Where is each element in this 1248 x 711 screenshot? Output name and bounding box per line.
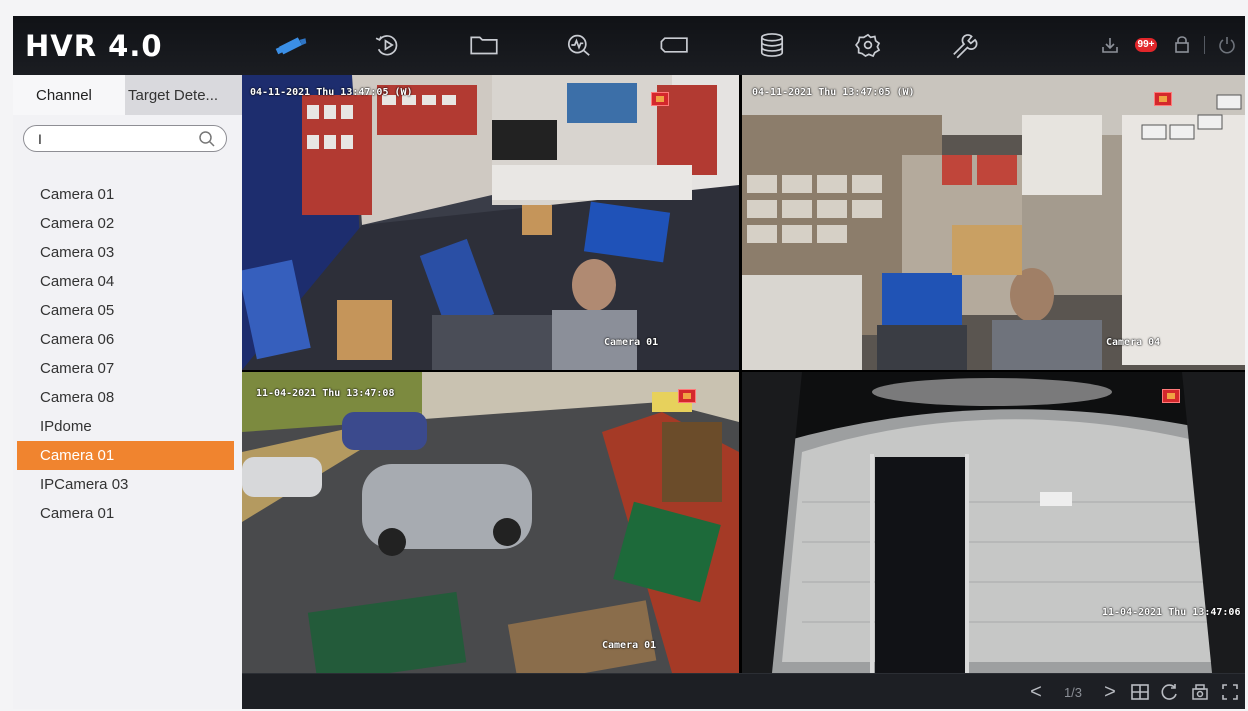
camera-list-item[interactable]: IPCamera 03 (17, 470, 234, 499)
brand-logo: HVR 4.0 (25, 29, 163, 63)
smart-analysis-icon[interactable] (557, 25, 601, 65)
fullscreen-icon[interactable] (1215, 674, 1245, 709)
alarm-notification[interactable]: 99+ (1128, 30, 1164, 60)
camera-list-item[interactable]: Camera 04 (17, 267, 234, 296)
recording-icon (1162, 389, 1180, 403)
page-controls: < 1/3 > (1021, 674, 1245, 709)
next-page-button[interactable]: > (1095, 674, 1125, 709)
storage-icon[interactable] (750, 25, 794, 65)
camera-list-item[interactable]: Camera 07 (17, 354, 234, 383)
camera-feed-image (742, 75, 1245, 370)
dvr-application: HVR 4.0 99+ Channel Target Dete... I Cam… (13, 16, 1245, 709)
playback-icon[interactable] (366, 25, 410, 65)
lock-icon[interactable] (1164, 30, 1200, 60)
settings-icon[interactable] (846, 25, 890, 65)
video-tile-2[interactable]: 04-11-2021 Thu 13:47:05 (W) Camera 04 (742, 75, 1245, 370)
top-toolbar: HVR 4.0 99+ (13, 16, 1245, 76)
recording-icon (678, 389, 696, 403)
search-icon[interactable] (198, 130, 216, 148)
bottom-toolbar: < 1/3 > (242, 673, 1245, 709)
channel-search (23, 125, 227, 152)
tray-divider (1204, 36, 1205, 54)
camera-list-item[interactable]: Camera 06 (17, 325, 234, 354)
video-tile-3[interactable]: 11-04-2021 Thu 13:47:08 Camera 01 (242, 372, 739, 673)
video-tile-1[interactable]: 04-11-2021 Thu 13:47:05 (W) Camera 01 (242, 75, 739, 370)
maintenance-icon[interactable] (942, 25, 986, 65)
osd-timestamp: 11-04-2021 Thu 13:47:08 (256, 388, 395, 399)
osd-camera-label: Camera 01 (602, 640, 657, 651)
osd-timestamp: 11-04-2021 Thu 13:47:06 (1102, 607, 1241, 618)
camera-list-item[interactable]: IPdome (17, 412, 234, 441)
osd-camera-label: Camera 04 (1106, 337, 1161, 348)
camera-list-item[interactable]: Camera 05 (17, 296, 234, 325)
camera-feed-image (242, 75, 739, 370)
camera-list-item-selected[interactable]: Camera 01 (17, 441, 234, 470)
camera-list-item[interactable]: Camera 08 (17, 383, 234, 412)
camera-list-item[interactable]: Camera 03 (17, 238, 234, 267)
alarm-badge: 99+ (1134, 38, 1158, 52)
sidebar-tabs: Channel Target Dete... (13, 75, 242, 115)
tab-target-detection[interactable]: Target Dete... (125, 75, 242, 115)
live-view-icon[interactable] (269, 25, 313, 65)
camera-list: Camera 01 Camera 02 Camera 03 Camera 04 … (13, 180, 242, 528)
osd-camera-label: Camera 01 (604, 337, 659, 348)
camera-list-item[interactable]: Camera 01 (17, 499, 234, 528)
camera-list-item[interactable]: Camera 02 (17, 209, 234, 238)
video-grid: 04-11-2021 Thu 13:47:05 (W) Camera 01 04… (242, 75, 1245, 673)
configuration-display-icon[interactable] (653, 25, 697, 65)
search-input[interactable] (38, 129, 178, 148)
osd-timestamp: 04-11-2021 Thu 13:47:05 (W) (752, 87, 915, 98)
prev-page-button[interactable]: < (1021, 674, 1051, 709)
recording-icon (1154, 92, 1172, 106)
recording-icon (651, 92, 669, 106)
layout-grid-icon[interactable] (1125, 674, 1155, 709)
tab-channel[interactable]: Channel (13, 75, 125, 115)
camera-feed-image (742, 372, 1245, 673)
page-indicator: 1/3 (1063, 684, 1083, 700)
refresh-icon[interactable] (1155, 674, 1185, 709)
file-management-icon[interactable] (462, 25, 506, 65)
camera-feed-image (242, 372, 739, 673)
power-icon[interactable] (1209, 30, 1245, 60)
camera-group-icon[interactable] (1185, 674, 1215, 709)
camera-list-item[interactable]: Camera 01 (17, 180, 234, 209)
system-tray: 99+ (1092, 30, 1245, 60)
download-icon[interactable] (1092, 30, 1128, 60)
channel-sidebar: Channel Target Dete... Camera 01 Camera … (13, 75, 242, 709)
video-tile-4[interactable]: 11-04-2021 Thu 13:47:06 (742, 372, 1245, 673)
osd-timestamp: 04-11-2021 Thu 13:47:05 (W) (250, 87, 413, 98)
